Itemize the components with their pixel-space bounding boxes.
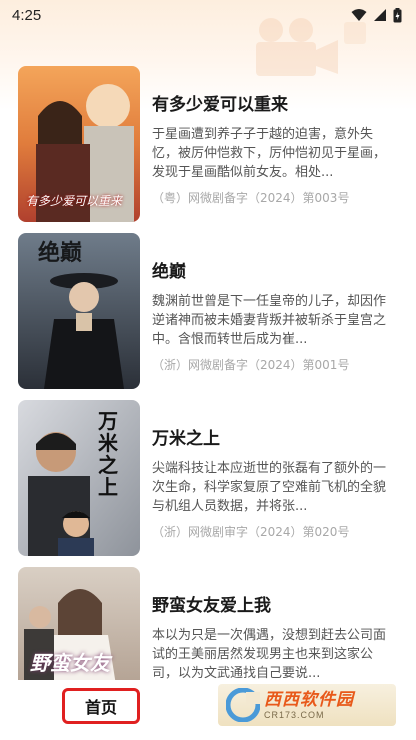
watermark-site: CR173.COM [264, 709, 325, 720]
drama-card[interactable]: 有多少爱可以重来 有多少爱可以重来 于星画遭到养子子于越的迫害，意外失忆，被厉仲… [18, 66, 402, 222]
bottom-navigation: 首页 西西软件园 CR173.COM [0, 680, 416, 740]
drama-license: （浙）网微剧备字（2024）第001号 [152, 358, 350, 372]
poster-title: 万米之上 [98, 409, 118, 499]
poster-title: 绝巅 [38, 240, 83, 266]
drama-poster[interactable]: 绝巅 [18, 233, 140, 389]
status-icons [351, 7, 402, 23]
battery-icon [393, 7, 402, 22]
drama-license: （浙）网微剧审字（2024）第020号 [152, 525, 350, 539]
drama-title[interactable]: 万米之上 [152, 424, 398, 449]
drama-info: 绝巅 魏渊前世曾是下一任皇帝的儿子，却因作逆诸神而被未婚妻背叛并被斩杀于皇宫之中… [152, 233, 398, 389]
watermark-brand: 西西软件园 [264, 689, 354, 710]
drama-title[interactable]: 绝巅 [152, 257, 398, 282]
drama-description: 尖端科技让本应逝世的张磊有了额外的一次生命，科学家复原了空难前飞机的全貌与机组人… [152, 461, 387, 514]
drama-description: 于星画遭到养子子于越的迫害，意外失忆，被厉仲恺救下，厉仲恺初见于星画，发现于星画… [152, 127, 387, 180]
watermark-text: 西西软件园 CR173.COM [264, 690, 354, 721]
drama-license: （粤）网微剧备字（2024）第003号 [152, 191, 350, 205]
drama-description: 本以为只是一次偶遇，没想到赶去公司面试的王美丽居然发现男主也来到这家公司，以为文… [152, 628, 387, 681]
watermark-logo-icon [226, 688, 260, 722]
drama-title[interactable]: 野蛮女友爱上我 [152, 591, 398, 616]
drama-card[interactable]: 万米之上 万米之上 尖端科技让本应逝世的张磊有了额外的一次生命，科学家复原了空难… [18, 400, 402, 556]
drama-card[interactable]: 绝巅 绝巅 魏渊前世曾是下一任皇帝的儿子，却因作逆诸神而被未婚妻背叛并被斩杀于皇… [18, 233, 402, 389]
status-time: 4:25 [12, 6, 42, 24]
signal-icon [374, 9, 386, 21]
drama-info: 有多少爱可以重来 于星画遭到养子子于越的迫害，意外失忆，被厉仲恺救下，厉仲恺初见… [152, 66, 398, 222]
poster-title: 野蛮女友 [30, 651, 110, 675]
drama-description: 魏渊前世曾是下一任皇帝的儿子，却因作逆诸神而被未婚妻背叛并被斩杀于皇宫之中。含恨… [152, 294, 387, 347]
drama-poster[interactable]: 有多少爱可以重来 [18, 66, 140, 222]
drama-title[interactable]: 有多少爱可以重来 [152, 90, 398, 115]
poster-title: 有多少爱可以重来 [26, 194, 123, 208]
status-bar: 4:25 [0, 0, 416, 30]
drama-poster[interactable]: 万米之上 [18, 400, 140, 556]
site-watermark: 西西软件园 CR173.COM [218, 684, 396, 726]
wifi-icon [351, 9, 367, 21]
drama-info: 万米之上 尖端科技让本应逝世的张磊有了额外的一次生命，科学家复原了空难前飞机的全… [152, 400, 398, 556]
home-tab-button[interactable]: 首页 [62, 688, 140, 724]
